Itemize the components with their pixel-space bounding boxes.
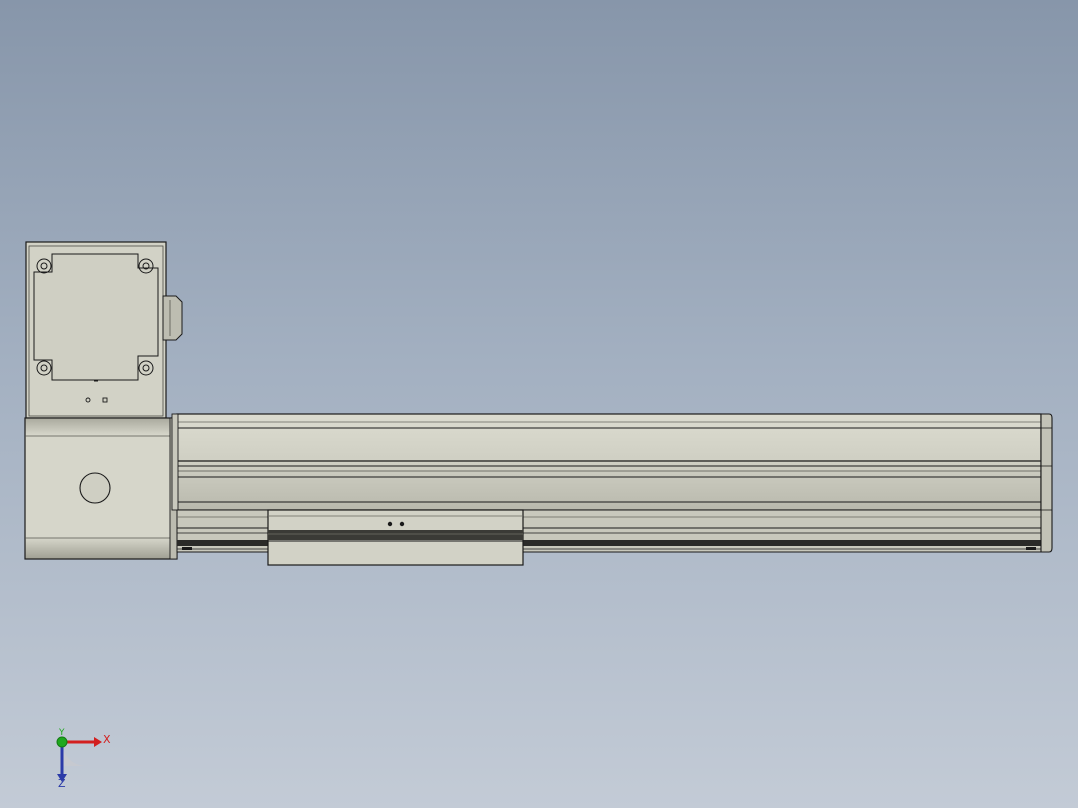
- y-axis-label: Y: [59, 728, 65, 738]
- motor-connector[interactable]: [162, 295, 183, 341]
- drive-housing[interactable]: [24, 417, 178, 560]
- actuator-model[interactable]: [0, 0, 1078, 808]
- end-cap[interactable]: [1040, 413, 1053, 553]
- carriage[interactable]: [267, 509, 524, 566]
- motor-flange[interactable]: [25, 241, 167, 419]
- axis-triad: X Y Z: [48, 728, 120, 792]
- z-axis-label: Z: [58, 777, 66, 790]
- x-axis-label: X: [103, 733, 111, 746]
- rail-extrusion[interactable]: [171, 413, 1042, 511]
- graphics-viewport[interactable]: X Y Z: [0, 0, 1078, 808]
